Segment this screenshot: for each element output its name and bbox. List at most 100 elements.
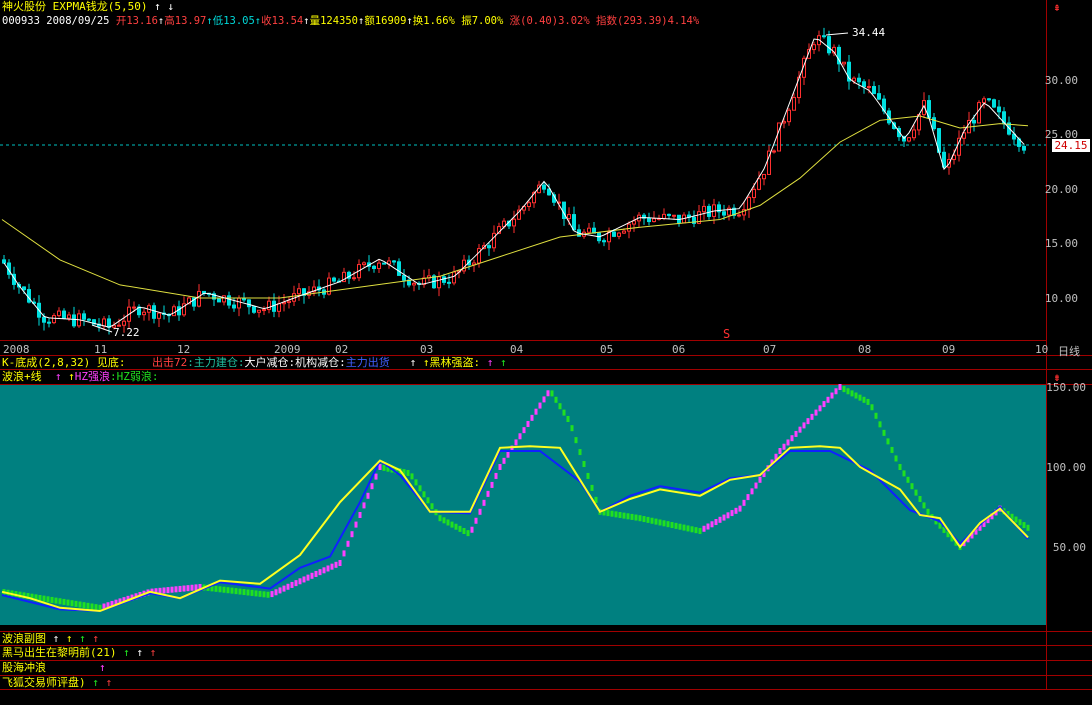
out72-label: 出击72: [151, 356, 188, 369]
candle-body: [277, 303, 281, 312]
candle-body: [297, 288, 301, 295]
candle-body: [762, 173, 766, 180]
big-reduce-label: 大户减仓: [244, 356, 289, 369]
main-chart-bottom-border: [0, 340, 1046, 341]
candle-body: [907, 137, 911, 142]
bottom-row3-border: [0, 675, 1092, 676]
candle-body: [542, 184, 546, 190]
candle-body: [2, 259, 6, 264]
bottom-row-label: 波浪副图: [2, 632, 46, 645]
ytick-20: 20.00: [1044, 183, 1078, 196]
bottom-row4-border: [0, 689, 1092, 690]
bottom-row-label: 黑马出生在黎明前(21): [2, 646, 117, 659]
candle-body: [82, 313, 86, 320]
candle-body: [437, 276, 441, 289]
candlestick-series: [2, 27, 1026, 335]
candle-body: [737, 214, 741, 217]
xlabel-07: 07: [763, 343, 777, 356]
candle-body: [352, 277, 356, 280]
xlabel-2008: 2008: [3, 343, 30, 356]
candle-body: [57, 310, 61, 317]
candle-body: [772, 150, 776, 153]
bottom-row-blackhorse[interactable]: 黑马出生在黎明前(21) ↑ ↑ ↑: [2, 646, 156, 660]
candle-body: [912, 129, 916, 139]
candle-body: [722, 211, 726, 216]
wave-row-name: 波浪+线: [2, 370, 42, 383]
indicator-row-name: K-底成: [2, 356, 38, 369]
candle-body: [812, 44, 816, 51]
wave-ytick-50: 50.00: [1052, 541, 1086, 554]
candle-body: [47, 321, 51, 324]
candle-body: [622, 230, 626, 234]
bottom-row-wave-sub[interactable]: 波浪副图 ↑ ↑ ↑ ↑: [2, 632, 99, 646]
candle-body: [572, 214, 576, 231]
candle-body: [222, 295, 226, 303]
bottom-row1-border: [0, 645, 1092, 646]
candle-body: [487, 245, 491, 249]
xlabel-06: 06: [672, 343, 686, 356]
candle-body: [662, 213, 666, 219]
candle-body: [227, 295, 231, 306]
main-out-label: 主力出货: [345, 356, 390, 369]
candle-body: [452, 271, 456, 284]
period-label[interactable]: 日线: [1058, 343, 1080, 359]
ytick-15: 15.00: [1044, 237, 1078, 250]
candle-body: [612, 231, 616, 237]
candle-body: [862, 81, 866, 88]
candle-body: [632, 220, 636, 225]
wave-row[interactable]: 波浪+线 ↑ ↑HZ强浪:HZ弱浪:: [2, 370, 159, 384]
ma-long-line: [1, 115, 1029, 299]
candle-body: [707, 205, 711, 217]
xlabel-09: 09: [942, 343, 956, 356]
candle-body: [252, 306, 256, 313]
candle-body: [157, 312, 161, 319]
indicator-row[interactable]: K-底成(2,8,32) 见底: 出击72:主力建仓:大户减仓:机构减仓:主力出…: [2, 356, 507, 370]
candle-body: [757, 178, 761, 190]
price-axis: 30.00 25.00 20.00 15.00 10.00: [1044, 0, 1092, 340]
ma-short-line: [3, 38, 1025, 328]
xlabel-12: 12: [177, 343, 191, 356]
xlabel-02: 02: [335, 343, 349, 356]
candle-body: [647, 217, 651, 223]
candle-body: [412, 282, 416, 286]
candle-body: [122, 320, 126, 326]
xlabel-08: 08: [858, 343, 872, 356]
candle-body: [672, 214, 676, 217]
xlabel-2009: 2009: [274, 343, 301, 356]
price-chart[interactable]: [0, 0, 1046, 340]
candle-body: [332, 277, 336, 282]
candle-body: [402, 274, 406, 281]
xlabel-03: 03: [420, 343, 434, 356]
xlabel-04: 04: [510, 343, 524, 356]
candle-body: [107, 318, 111, 328]
candle-body: [87, 318, 91, 321]
candle-body: [827, 36, 831, 54]
bottom-row-fox[interactable]: 飞狐交易师评盘) ↑ ↑: [2, 676, 112, 690]
candle-body: [247, 299, 251, 308]
candle-body: [822, 35, 826, 38]
candle-body: [172, 306, 176, 317]
candle-body: [667, 213, 671, 216]
candle-body: [652, 218, 656, 223]
candle-body: [567, 214, 571, 219]
candle-body: [512, 218, 516, 227]
ytick-30: 30.00: [1044, 74, 1078, 87]
candle-body: [877, 93, 881, 100]
ytick-10: 10.00: [1044, 292, 1078, 305]
main-build-label: 主力建仓: [193, 356, 238, 369]
candle-body: [792, 97, 796, 111]
current-price-tag: 24.15: [1052, 139, 1090, 152]
candle-body: [702, 205, 706, 213]
candle-body: [102, 318, 106, 327]
candle-body: [872, 86, 876, 95]
candle-body: [977, 102, 981, 124]
bottom-row-surf[interactable]: 股海冲浪 ↑: [2, 661, 106, 675]
wave-ytick-100: 100.00: [1046, 461, 1086, 474]
low-marker-label: 7.22: [113, 326, 140, 339]
xlabel-11: 11: [94, 343, 108, 356]
candle-body: [787, 109, 791, 123]
candle-body: [392, 260, 396, 263]
candle-body: [782, 121, 786, 124]
xlabel-05: 05: [600, 343, 614, 356]
bottom-row-label: 飞狐交易师评盘): [2, 676, 86, 689]
